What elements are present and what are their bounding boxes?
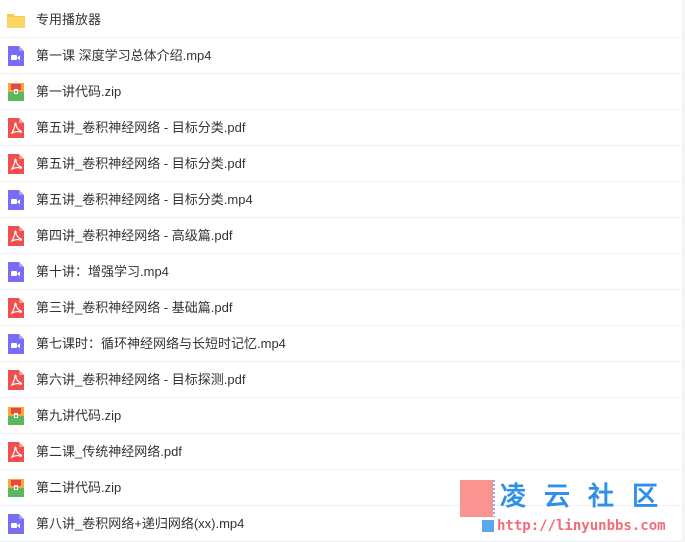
file-list: 专用播放器第一课 深度学习总体介绍.mp4 第一讲代码.zip 第五讲_卷积神经网络… — [0, 0, 685, 542]
video-file-icon — [6, 261, 26, 283]
file-name[interactable]: 第四讲_卷积神经网络 - 高级篇.pdf — [36, 228, 232, 244]
watermark: 凌云社区 http://linyunbbs.com — [460, 480, 685, 542]
pdf-file-icon — [6, 225, 26, 247]
file-row[interactable]: 第五讲_卷积神经网络 - 目标分类.pdf — [0, 110, 685, 146]
watermark-dashes — [493, 480, 495, 517]
pdf-file-icon — [6, 117, 26, 139]
file-row[interactable]: 第六讲_卷积神经网络 - 目标探测.pdf — [0, 362, 685, 398]
file-name[interactable]: 第六讲_卷积神经网络 - 目标探测.pdf — [36, 372, 245, 388]
file-row[interactable]: 第三讲_卷积神经网络 - 基础篇.pdf — [0, 290, 685, 326]
file-name[interactable]: 第八讲_卷积网络+递归网络(xx).mp4 — [36, 516, 244, 532]
file-name[interactable]: 第十讲：增强学习.mp4 — [36, 264, 169, 280]
file-row[interactable]: 第五讲_卷积神经网络 - 目标分类.mp4 — [0, 182, 685, 218]
zip-file-icon — [6, 477, 26, 499]
video-file-icon — [6, 189, 26, 211]
file-row[interactable]: 第一课 深度学习总体介绍.mp4 — [0, 38, 685, 74]
file-row[interactable]: 第七课时：循环神经网络与长短时记忆.mp4 — [0, 326, 685, 362]
file-row[interactable]: 第十讲：增强学习.mp4 — [0, 254, 685, 290]
file-row[interactable]: 第九讲代码.zip — [0, 398, 685, 434]
file-row[interactable]: 第五讲_卷积神经网络 - 目标分类.pdf — [0, 146, 685, 182]
file-row[interactable]: 第二课_传统神经网络.pdf — [0, 434, 685, 470]
pdf-file-icon — [6, 369, 26, 391]
file-name[interactable]: 第七课时：循环神经网络与长短时记忆.mp4 — [36, 336, 286, 352]
file-name[interactable]: 第九讲代码.zip — [36, 408, 121, 424]
video-file-icon — [6, 333, 26, 355]
video-file-icon — [6, 513, 26, 535]
zip-file-icon — [6, 81, 26, 103]
file-name[interactable]: 第五讲_卷积神经网络 - 目标分类.pdf — [36, 120, 245, 136]
file-name[interactable]: 第三讲_卷积神经网络 - 基础篇.pdf — [36, 300, 232, 316]
pdf-file-icon — [6, 297, 26, 319]
pdf-file-icon — [6, 441, 26, 463]
folder-icon — [6, 9, 26, 31]
watermark-block — [460, 480, 493, 517]
file-row[interactable]: 第四讲_卷积神经网络 - 高级篇.pdf — [0, 218, 685, 254]
file-name[interactable]: 第五讲_卷积神经网络 - 目标分类.pdf — [36, 156, 245, 172]
file-name[interactable]: 第一课 深度学习总体介绍.mp4 — [36, 48, 212, 64]
file-name[interactable]: 专用播放器 — [36, 12, 101, 28]
video-file-icon — [6, 45, 26, 67]
file-name[interactable]: 第五讲_卷积神经网络 - 目标分类.mp4 — [36, 192, 253, 208]
file-name[interactable]: 第二课_传统神经网络.pdf — [36, 444, 182, 460]
file-name[interactable]: 第一讲代码.zip — [36, 84, 121, 100]
watermark-title: 凌云社区 — [500, 482, 677, 512]
pdf-file-icon — [6, 153, 26, 175]
file-name[interactable]: 第二讲代码.zip — [36, 480, 121, 496]
watermark-square — [482, 520, 494, 532]
watermark-url: http://linyunbbs.com — [497, 518, 666, 534]
zip-file-icon — [6, 405, 26, 427]
file-row[interactable]: 第一讲代码.zip — [0, 74, 685, 110]
file-row[interactable]: 专用播放器 — [0, 2, 685, 38]
